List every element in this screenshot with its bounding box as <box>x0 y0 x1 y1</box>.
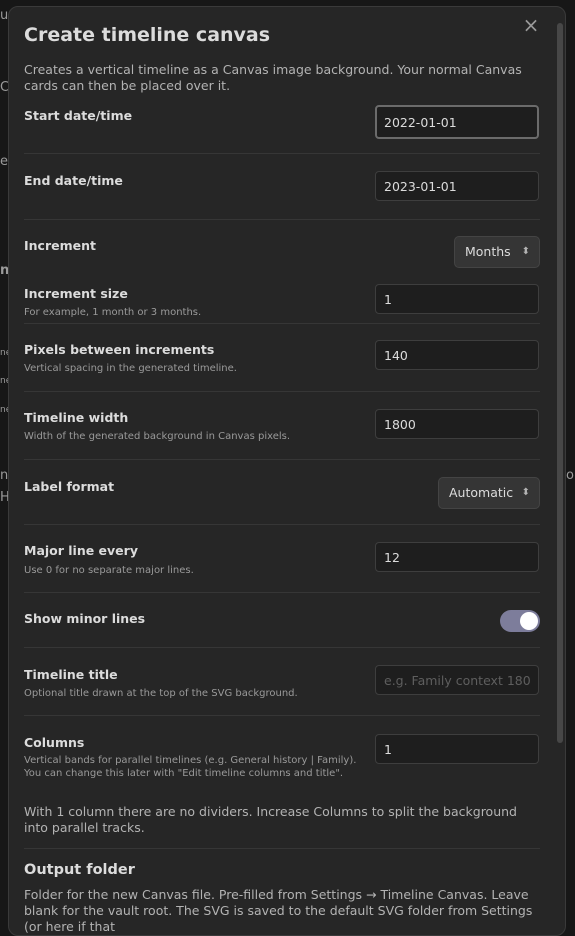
pixels-input[interactable] <box>375 340 539 370</box>
label-format-select[interactable]: Automatic ⬍ <box>438 477 540 509</box>
timeline-width-input[interactable] <box>375 409 539 439</box>
divider <box>24 391 540 392</box>
close-icon[interactable]: × <box>521 15 541 35</box>
timeline-title-description: Optional title drawn at the top of the S… <box>24 688 298 699</box>
columns-description-line1: Vertical bands for parallel timelines (e… <box>24 755 357 766</box>
output-folder-description: Folder for the new Canvas file. Pre-fill… <box>24 887 533 934</box>
modal-description: Creates a vertical timeline as a Canvas … <box>24 62 522 93</box>
divider <box>24 524 540 525</box>
modal-title: Create timeline canvas <box>24 24 271 46</box>
chevron-updown-icon: ⬍ <box>521 246 530 257</box>
divider <box>24 459 540 460</box>
increment-size-description: For example, 1 month or 3 months. <box>24 307 202 318</box>
divider <box>24 715 540 716</box>
minor-lines-toggle[interactable] <box>500 610 540 632</box>
columns-input[interactable] <box>375 734 539 764</box>
label-format-label: Label format <box>24 479 115 494</box>
columns-note: With 1 column there are no dividers. Inc… <box>24 804 517 835</box>
end-date-input[interactable] <box>375 171 539 201</box>
pixels-label: Pixels between increments <box>24 342 215 357</box>
divider <box>24 323 540 324</box>
timeline-width-description: Width of the generated background in Can… <box>24 431 291 442</box>
divider <box>24 219 540 220</box>
background-fragment: n <box>0 468 9 483</box>
columns-description-line2: You can change this later with "Edit tim… <box>24 768 344 779</box>
increment-size-input[interactable] <box>375 284 539 314</box>
major-line-label: Major line every <box>24 543 138 558</box>
pixels-description: Vertical spacing in the generated timeli… <box>24 363 237 374</box>
modal-scrollbar[interactable] <box>557 23 563 743</box>
divider <box>24 153 540 154</box>
label-format-selected-value: Automatic <box>449 485 514 500</box>
divider <box>24 592 540 593</box>
chevron-updown-icon: ⬍ <box>521 487 530 498</box>
increment-selected-value: Months <box>465 244 511 259</box>
end-date-label: End date/time <box>24 173 123 188</box>
increment-size-label: Increment size <box>24 286 128 301</box>
timeline-title-label: Timeline title <box>24 667 118 682</box>
start-date-input[interactable] <box>375 105 539 139</box>
output-folder-heading: Output folder <box>24 862 135 878</box>
divider <box>24 647 540 648</box>
create-timeline-modal: × Create timeline canvas Creates a verti… <box>8 6 566 936</box>
timeline-width-label: Timeline width <box>24 410 129 425</box>
minor-lines-label: Show minor lines <box>24 611 146 626</box>
columns-label: Columns <box>24 735 85 750</box>
background-fragment: ou <box>566 468 575 483</box>
start-date-label: Start date/time <box>24 108 133 123</box>
background-fragment: u <box>0 8 9 23</box>
major-line-description: Use 0 for no separate major lines. <box>24 565 194 576</box>
timeline-title-input[interactable] <box>375 665 539 695</box>
increment-label: Increment <box>24 238 96 253</box>
toggle-knob <box>520 612 538 630</box>
increment-select[interactable]: Months ⬍ <box>454 236 540 268</box>
divider <box>24 848 540 849</box>
major-line-input[interactable] <box>375 542 539 572</box>
